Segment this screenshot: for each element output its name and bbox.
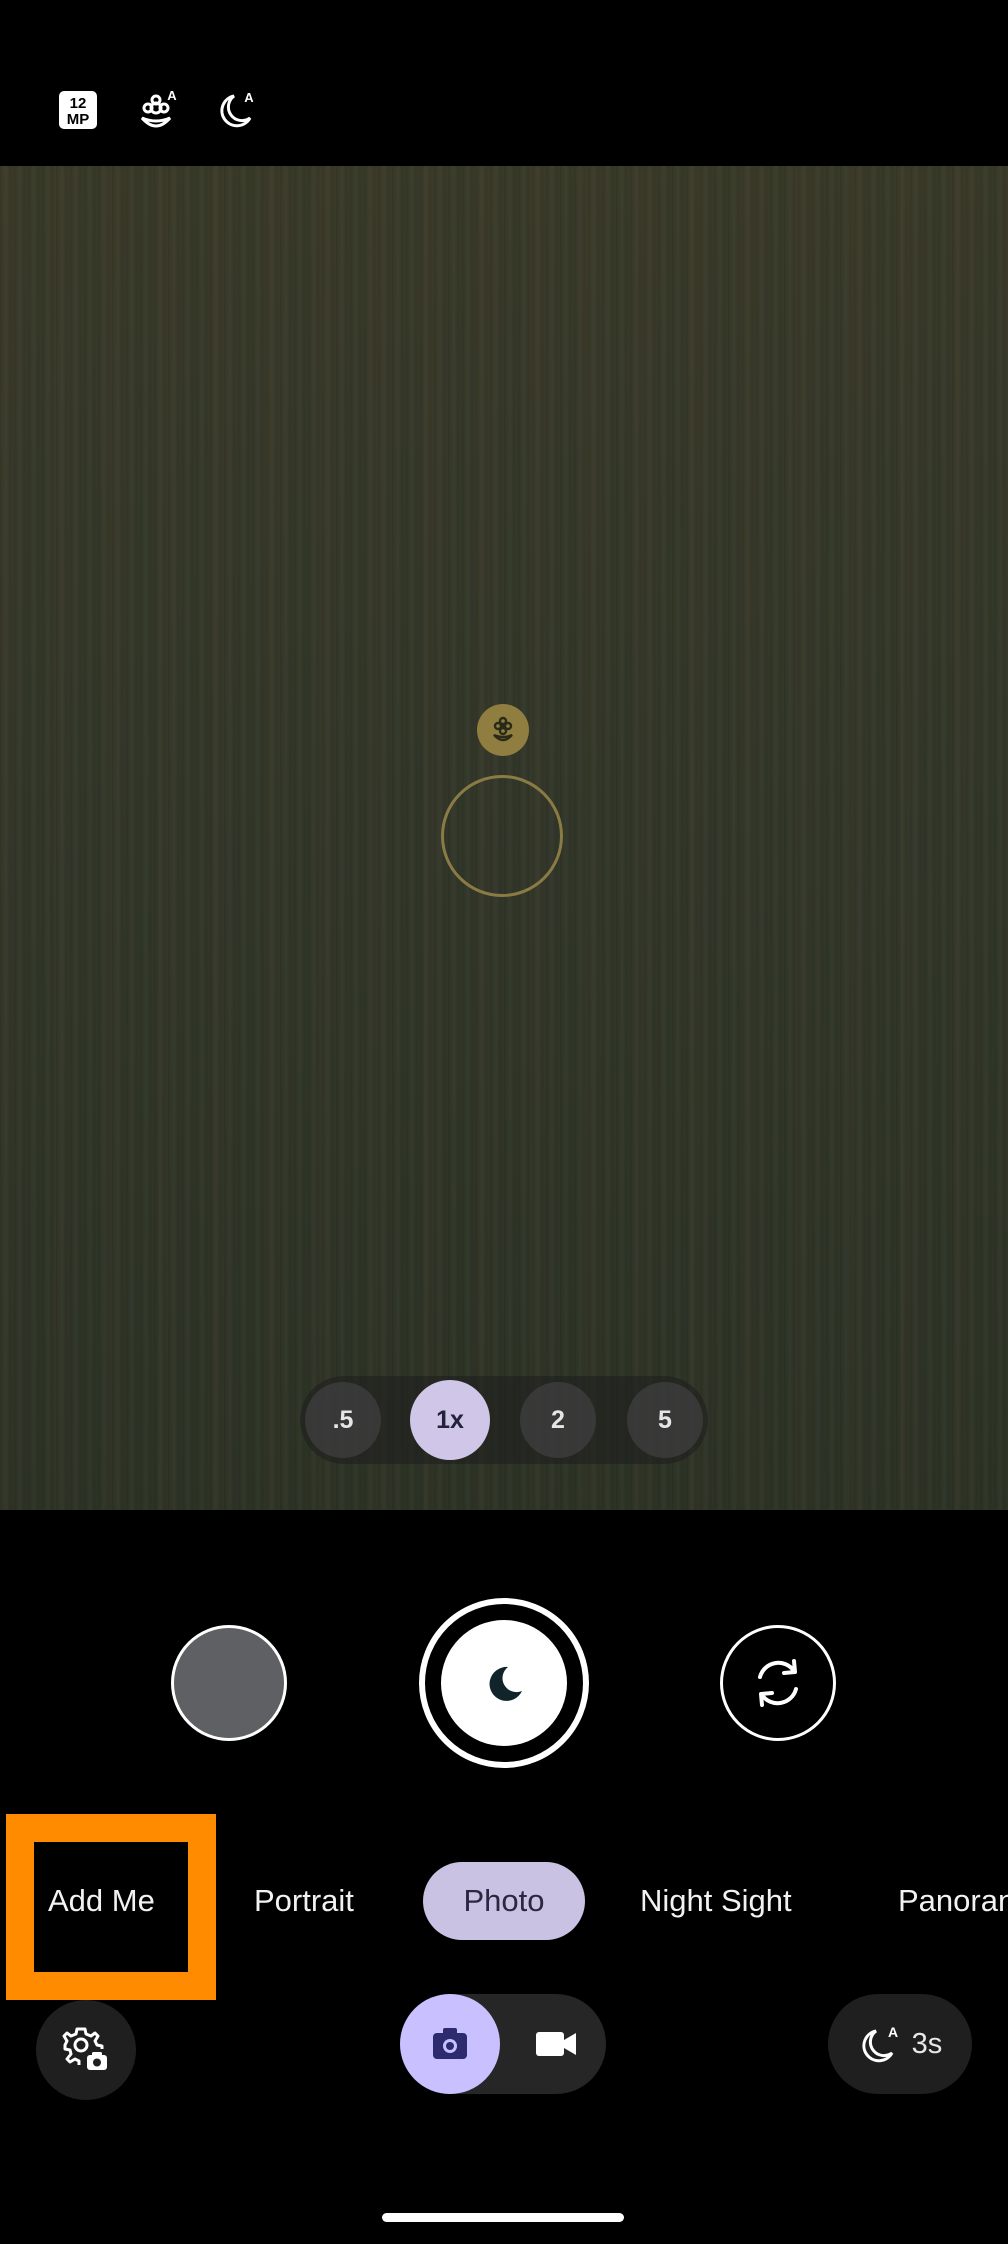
gallery-thumbnail[interactable] [171,1625,287,1741]
photo-toggle-button[interactable] [400,1994,500,2094]
night-auto-icon: A [862,2024,898,2063]
home-indicator[interactable] [382,2213,624,2222]
switch-camera-button[interactable] [720,1625,836,1741]
night-timer-badge: A [888,2024,898,2040]
camera-settings-icon [62,2027,107,2070]
macro-focus-icon [477,704,529,756]
moon-icon [489,1666,522,1701]
highlight-box [6,1814,216,2000]
camera-settings-button[interactable] [36,2000,136,2100]
svg-text:12: 12 [70,95,87,112]
mode-photo[interactable]: Photo [423,1862,585,1940]
mode-portrait[interactable]: Portrait [254,1862,354,1940]
night-timer-button[interactable]: A 3s [828,1994,972,2094]
macro-auto-badge: A [167,88,177,103]
timer-label: 3s [911,2027,943,2060]
video-toggle-button[interactable] [506,1994,606,2094]
zoom-1x-button[interactable]: 1x [410,1380,490,1460]
mode-night-sight[interactable]: Night Sight [640,1862,792,1940]
shutter-button[interactable] [441,1620,567,1746]
zoom-2-button[interactable]: 2 [520,1382,596,1458]
night-auto-badge: A [244,90,254,105]
focus-ring [441,775,563,897]
12mp-icon[interactable]: 12 MP [56,88,100,132]
macro-auto-icon[interactable]: A [136,88,180,132]
zoom-0-5-button[interactable]: .5 [305,1382,381,1458]
night-auto-icon[interactable]: A [216,88,260,132]
mode-panorama[interactable]: Panoran [898,1862,1008,1940]
zoom-5-button[interactable]: 5 [627,1382,703,1458]
svg-text:MP: MP [67,111,90,128]
switch-camera-icon [758,1659,798,1707]
video-icon [536,2032,576,2056]
camera-icon [433,2028,467,2059]
